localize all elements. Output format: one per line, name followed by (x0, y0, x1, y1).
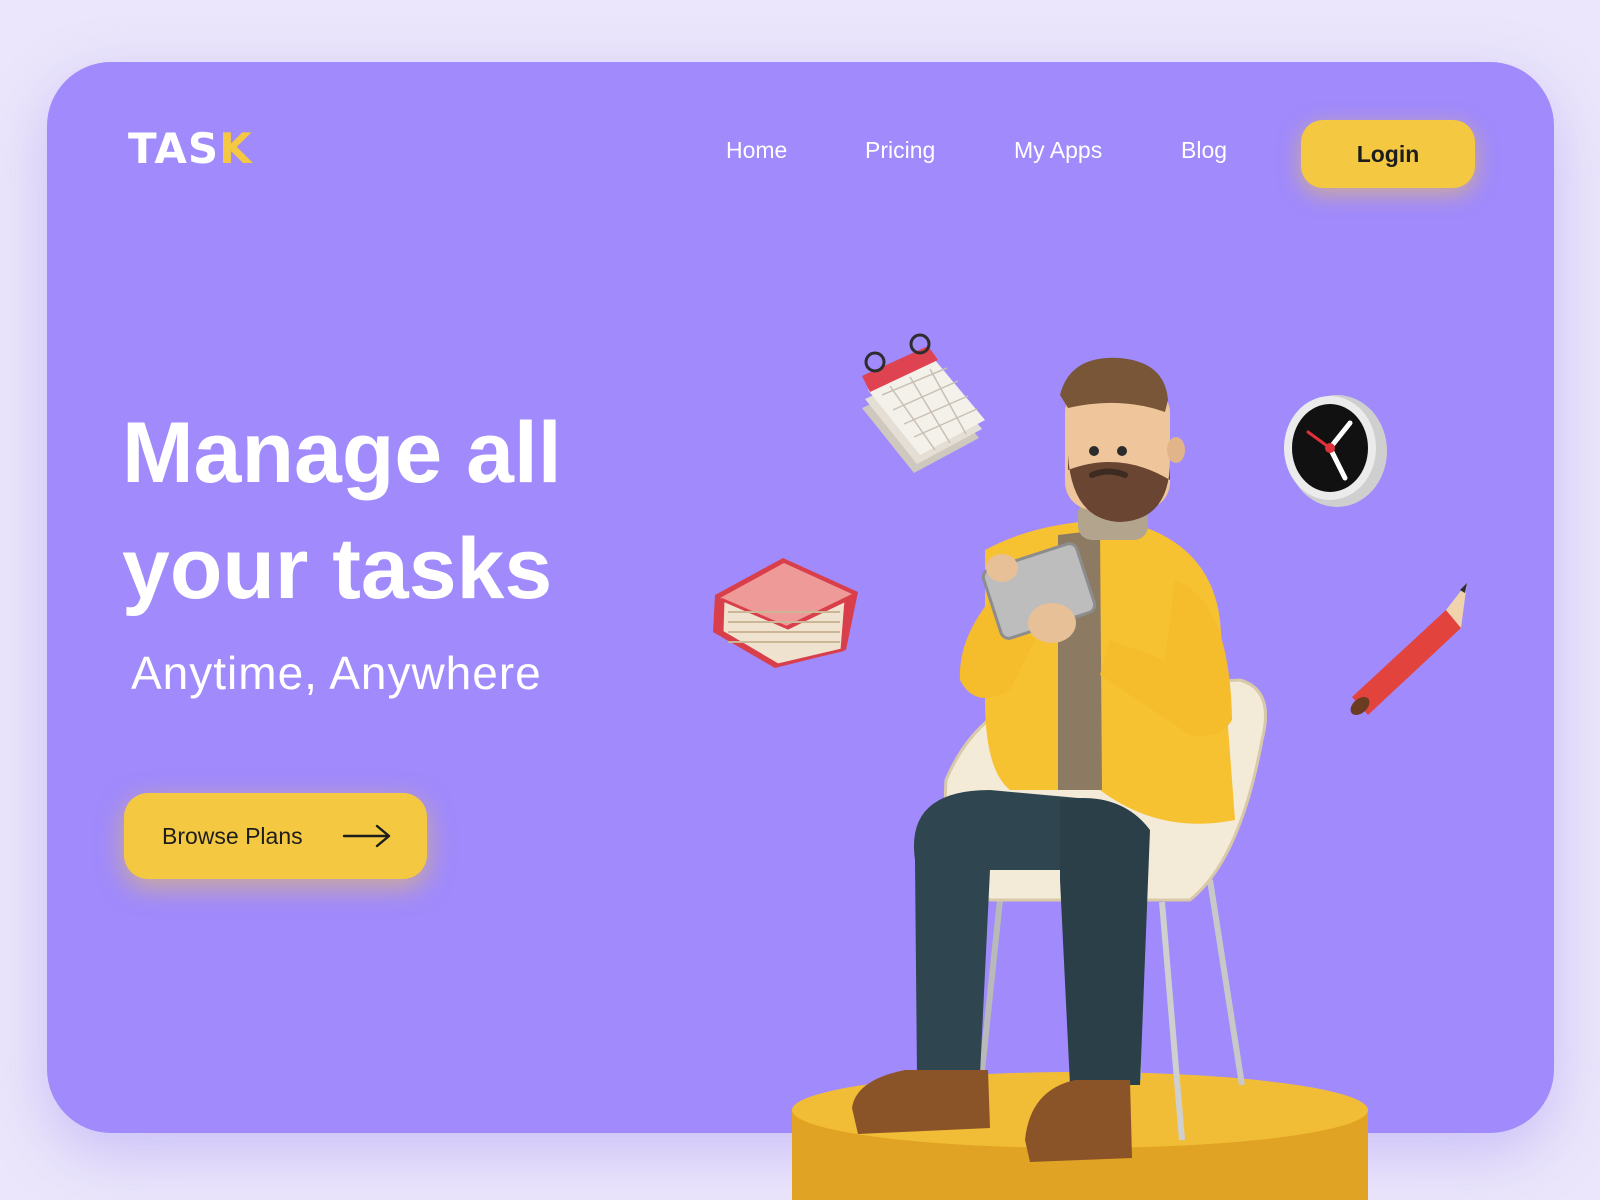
book-icon (713, 558, 858, 668)
clock-icon (1284, 395, 1387, 507)
hero-illustration (713, 333, 1467, 1200)
person-on-chair-illustration (852, 357, 1235, 1162)
calendar-icon (862, 333, 985, 473)
pencil-icon (1350, 583, 1467, 716)
